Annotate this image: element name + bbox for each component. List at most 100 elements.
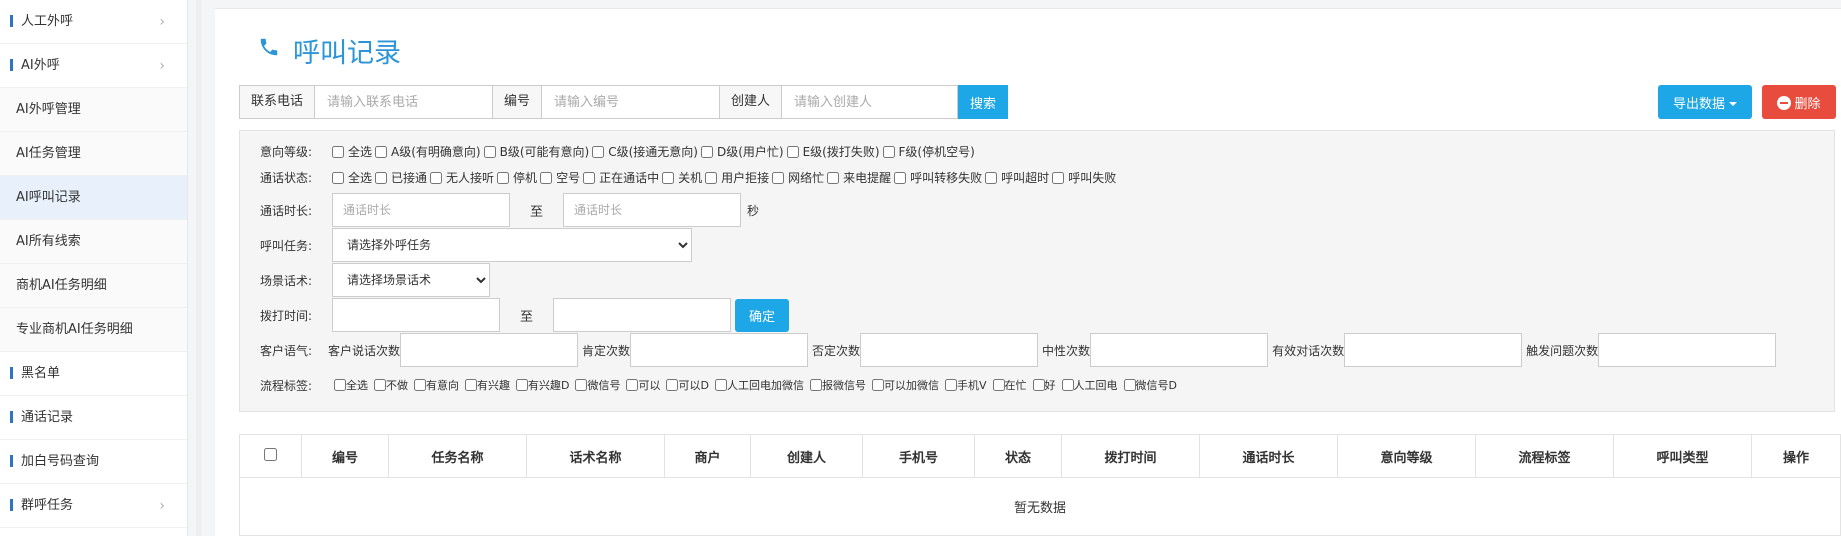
sidebar-item[interactable]: AI任务管理 [0,132,187,176]
sidebar-item[interactable]: 黑名单 [0,352,187,396]
filter-checkbox[interactable] [334,379,346,391]
confirm-button[interactable]: 确定 [735,298,790,332]
duration-from-input[interactable] [332,193,510,227]
filter-checkbox[interactable] [583,171,596,184]
filter-checkbox[interactable] [516,379,528,391]
filter-option[interactable]: 报微信号 [809,377,866,393]
sidebar-item[interactable]: 群呼任务 › [0,484,187,528]
filter-option[interactable]: A级(有明确意向) [375,143,481,160]
filter-checkbox[interactable] [992,379,1005,391]
tone-field-input[interactable] [400,333,579,367]
filter-option[interactable]: 人工回电 [1061,377,1118,393]
phone-input[interactable] [315,85,494,119]
creator-input[interactable] [782,85,959,119]
filter-option[interactable]: 停机 [497,169,537,186]
tone-field-input[interactable] [630,333,809,367]
sidebar-item[interactable]: AI呼叫记录 [0,176,187,220]
filter-option[interactable]: 无人接听 [430,169,494,186]
export-data-button[interactable]: 导出数据 [1658,85,1752,119]
filter-checkbox[interactable] [714,379,727,391]
sidebar-item[interactable]: 通话记录 [0,396,187,440]
sidebar-item[interactable]: 加白号码查询 [0,440,187,484]
filter-option[interactable]: 可以D [666,377,709,393]
filter-checkbox[interactable] [1123,379,1136,391]
filter-option[interactable]: 网络忙 [772,169,824,186]
tone-field-input[interactable] [1598,333,1777,367]
filter-checkbox[interactable] [666,379,679,391]
tone-field-input[interactable] [1090,333,1269,367]
filter-option[interactable]: 好 [1032,377,1056,393]
filter-checkbox[interactable] [705,171,718,184]
filter-checkbox[interactable] [1061,379,1074,391]
filter-checkbox[interactable] [809,379,822,391]
filter-checkbox[interactable] [465,379,477,391]
filter-option[interactable]: 可以 [626,377,660,393]
filter-checkbox[interactable] [894,171,907,184]
filter-option[interactable]: 微信号 [575,377,620,393]
filter-checkbox[interactable] [497,171,510,184]
filter-checkbox[interactable] [786,145,799,158]
filter-option[interactable]: 正在通话中 [583,169,659,186]
filter-checkbox[interactable] [772,171,785,184]
filter-checkbox[interactable] [540,171,553,184]
id-input[interactable] [542,85,721,119]
filter-checkbox[interactable] [871,379,884,391]
sidebar-item[interactable]: AI外呼管理 [0,88,187,132]
sidebar-item[interactable]: AI所有线索 [0,220,187,264]
filter-checkbox[interactable] [414,379,426,391]
filter-option[interactable]: 已接通 [375,169,427,186]
filter-option[interactable]: 不做 [374,377,408,393]
filter-checkbox[interactable] [592,145,605,158]
filter-checkbox[interactable] [985,171,998,184]
search-button[interactable]: 搜索 [958,85,1009,119]
sidebar-item[interactable]: AI外呼 › [0,44,187,88]
filter-checkbox[interactable] [374,379,386,391]
filter-checkbox[interactable] [332,145,344,158]
filter-option[interactable]: 全选 [332,169,372,186]
filter-option[interactable]: 呼叫失败 [1052,169,1116,186]
filter-option[interactable]: 空号 [540,169,580,186]
filter-option[interactable]: 有兴趣D [516,377,569,393]
filter-checkbox[interactable] [882,145,895,158]
tone-field-input[interactable] [860,333,1039,367]
filter-checkbox[interactable] [483,145,496,158]
script-select[interactable]: 请选择场景话术 [332,263,490,297]
filter-option[interactable]: B级(可能有意向) [483,143,589,160]
task-select[interactable]: 请选择外呼任务 [332,228,692,262]
filter-option[interactable]: 微信号D [1123,377,1177,393]
dial-time-from-input[interactable] [332,298,500,332]
filter-checkbox[interactable] [662,171,675,184]
filter-option[interactable]: 全选 [332,143,372,160]
filter-option[interactable]: 呼叫超时 [985,169,1049,186]
sidebar-item[interactable]: 人工外呼 › [0,0,187,44]
filter-checkbox[interactable] [944,379,957,391]
filter-checkbox[interactable] [332,171,344,184]
filter-option[interactable]: 关机 [662,169,702,186]
filter-checkbox[interactable] [375,171,388,184]
dial-time-to-input[interactable] [553,298,732,332]
filter-checkbox[interactable] [1032,379,1045,391]
select-all-checkbox[interactable] [264,447,277,461]
filter-option[interactable]: 有兴趣 [465,377,510,393]
filter-checkbox[interactable] [375,145,388,158]
filter-option[interactable]: E级(拨打失败) [786,143,880,160]
filter-checkbox[interactable] [626,379,639,391]
filter-checkbox[interactable] [700,145,713,158]
tone-field-input[interactable] [1344,333,1523,367]
filter-option[interactable]: 来电提醒 [827,169,891,186]
filter-checkbox[interactable] [430,171,443,184]
sidebar-scrollbar[interactable] [196,0,201,536]
filter-option[interactable]: D级(用户忙) [700,143,784,160]
sidebar-item[interactable]: 商机AI任务明细 [0,264,187,308]
filter-option[interactable]: 手机V [944,377,987,393]
filter-checkbox[interactable] [575,379,588,391]
duration-to-input[interactable] [563,193,742,227]
filter-option[interactable]: 在忙 [992,377,1027,393]
filter-checkbox[interactable] [1052,171,1065,184]
filter-option[interactable]: F级(停机空号) [882,143,975,160]
filter-option[interactable]: 全选 [334,377,368,393]
delete-button[interactable]: 删除 [1762,85,1836,119]
filter-option[interactable]: 呼叫转移失败 [894,169,982,186]
sidebar-item[interactable]: 专业商机AI任务明细 [0,308,187,352]
filter-option[interactable]: 可以加微信 [871,377,939,393]
